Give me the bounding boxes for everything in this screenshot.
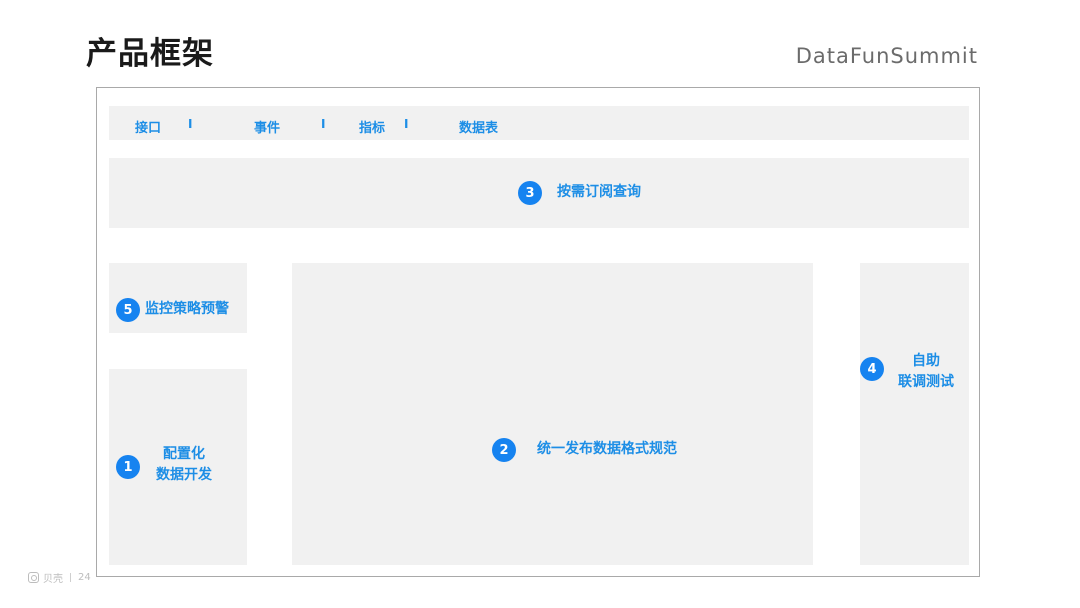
step-badge-4: 4: [860, 357, 884, 381]
step-badge-2: 2: [492, 438, 516, 462]
tab-separator: I: [321, 117, 326, 131]
step-badge-3: 3: [518, 181, 542, 205]
tab-bar: [109, 106, 969, 140]
footer: 贝壳 24: [28, 570, 91, 585]
product-framework-diagram: 接口 I 事件 I 指标 I 数据表 3 按需订阅查询 5 监控策略预警 1 配…: [96, 87, 980, 577]
module-self-testing: [860, 263, 969, 565]
tab-event[interactable]: 事件: [254, 117, 280, 136]
page-title: 产品框架: [86, 36, 214, 72]
module-unified-publish: [292, 263, 813, 565]
footer-divider: [70, 573, 71, 582]
brand-logo-text: DataFunSummit: [795, 44, 978, 68]
step-badge-5: 5: [116, 298, 140, 322]
step-badge-1: 1: [116, 455, 140, 479]
footer-logo-text: 贝壳: [43, 574, 63, 585]
module-subscribe-label: 按需订阅查询: [557, 184, 641, 200]
module-config-label-line1: 配置化: [163, 446, 205, 462]
beike-logo-icon: [28, 572, 39, 583]
tab-metric[interactable]: 指标: [359, 117, 385, 136]
tab-separator: I: [188, 117, 193, 131]
tab-data-table[interactable]: 数据表: [459, 117, 498, 136]
module-config-label-line2: 数据开发: [156, 467, 212, 483]
module-monitor-label: 监控策略预警: [145, 301, 229, 317]
page-number: 24: [78, 572, 91, 583]
module-publish-label: 统一发布数据格式规范: [537, 441, 677, 457]
tab-interface[interactable]: 接口: [135, 117, 161, 136]
module-testing-label-line1: 自助: [912, 353, 940, 369]
tab-separator: I: [404, 117, 409, 131]
module-testing-label-line2: 联调测试: [898, 374, 954, 390]
